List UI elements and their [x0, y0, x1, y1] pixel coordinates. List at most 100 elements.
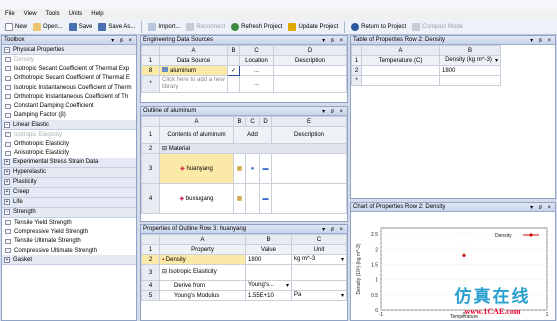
density-cell[interactable]: [439, 75, 501, 86]
category-cell[interactable]: ⊟ Material: [159, 143, 347, 154]
toolbox-item-damping-factor[interactable]: Damping Factor (β): [2, 111, 136, 120]
table-row[interactable]: * Click here to add a new library…: [141, 75, 347, 93]
unit-dropdown[interactable]: Pa ▾: [291, 290, 347, 301]
add-to-project-icon[interactable]: ▦: [233, 153, 246, 184]
panel-controls-icon[interactable]: ▾ ♯ ×: [111, 37, 134, 44]
row-number: *: [351, 75, 362, 86]
update-project-button[interactable]: Update Project: [286, 20, 340, 33]
table-row[interactable]: 5 Young's Modulus 1.55E+10 Pa ▾: [141, 290, 347, 301]
derive-from-dropdown[interactable]: Young's... ▾: [245, 280, 292, 291]
table-row[interactable]: 2 ▪ Density 1800 kg m^-3 ▾: [141, 254, 347, 265]
open-button[interactable]: Open...: [31, 20, 65, 33]
table-row[interactable]: 8 aluminum ✓…: [141, 65, 347, 76]
expand-icon[interactable]: +: [4, 189, 10, 196]
unit-dropdown[interactable]: kg m^-3 ▾: [291, 254, 347, 265]
collapse-icon[interactable]: −: [4, 46, 10, 53]
toolbox-item-orthotropic-secant-coefficient-of-thermal-e[interactable]: Orthotropic Secant Coefficient of Therma…: [2, 74, 136, 83]
toolbox-item-tensile-ultimate-strength[interactable]: Tensile Ultimate Strength: [2, 237, 136, 246]
toolbox-group-experimental-stress-strain-data[interactable]: + Experimental Stress Strain Data: [2, 157, 136, 168]
refresh-project-button[interactable]: Refresh Project: [229, 20, 284, 33]
description-cell[interactable]: [271, 153, 347, 184]
new-button[interactable]: New: [3, 20, 29, 33]
toolbox-item-tensile-yield-strength[interactable]: Tensile Yield Strength: [2, 218, 136, 227]
toolbox-item-anisotropic-elasticity[interactable]: Anisotropic Elasticity: [2, 149, 136, 158]
property-name-cell[interactable]: ▪ Density: [159, 254, 246, 265]
collapse-icon[interactable]: ⊟: [162, 146, 169, 152]
menu-units[interactable]: Units: [69, 11, 83, 17]
toolbox-item-density[interactable]: Density: [2, 55, 136, 64]
toolbox-item-orthotropic-instantaneous-coefficient-of-th[interactable]: Orthotropic Instantaneous Coefficient of…: [2, 92, 136, 101]
toolbox-group-life[interactable]: + Life: [2, 197, 136, 208]
density-cell[interactable]: 1800: [439, 65, 501, 76]
save-as-button[interactable]: Save As...: [96, 20, 137, 33]
location-browse-button[interactable]: …: [239, 75, 274, 93]
add-to-project-icon[interactable]: ▦: [233, 183, 246, 214]
collapse-icon[interactable]: −: [4, 121, 10, 128]
reconnect-button[interactable]: Reconnect: [184, 20, 227, 33]
property-name-cell[interactable]: ⊟ Isotropic Elasticity: [159, 264, 246, 281]
panel-controls-icon[interactable]: ▾ ♯ ×: [322, 226, 345, 233]
import-button[interactable]: Import...: [146, 20, 182, 33]
toolbox-panel: Toolbox ▾ ♯ × − Physical Properties Density…: [1, 35, 137, 321]
chevron-down-icon[interactable]: ▾: [495, 57, 498, 64]
edit-checkbox[interactable]: ✓: [227, 65, 240, 76]
expand-icon[interactable]: +: [4, 179, 10, 186]
collapse-icon[interactable]: −: [4, 209, 10, 216]
toolbox-item-constant-damping-coefficient[interactable]: Constant Damping Coefficient: [2, 101, 136, 110]
table-row[interactable]: 4 ◈ buxiugang ▦ ▬: [141, 183, 347, 214]
return-to-project-button[interactable]: Return to Project: [349, 20, 408, 33]
table-row[interactable]: *: [351, 75, 501, 86]
table-row[interactable]: 3 ⊟ Isotropic Elasticity: [141, 264, 347, 281]
toolbox-item-isotropic-elasticity[interactable]: Isotropic Elasticity: [2, 130, 136, 139]
table-row[interactable]: 3 ◈ huanyang ▦ ● ▬: [141, 153, 347, 184]
material-name-cell[interactable]: ◈ buxiugang: [159, 183, 234, 214]
expand-icon[interactable]: +: [4, 169, 10, 176]
toolbox-item-isotropic-instantaneous-coefficient-of-therm[interactable]: Isotropic Instantaneous Coefficient of T…: [2, 83, 136, 92]
expand-icon[interactable]: +: [4, 256, 10, 263]
property-name-cell[interactable]: Young's Modulus: [159, 290, 246, 301]
table-row[interactable]: 2 1800: [351, 65, 501, 76]
chevron-down-icon: ▾: [285, 283, 289, 289]
compact-mode-button[interactable]: Compact Mode: [410, 20, 465, 33]
toolbox-group-strength[interactable]: − Strength: [2, 207, 136, 218]
data-source-cell[interactable]: aluminum: [159, 65, 228, 76]
toolbox-item-isotropic-secant-coefficient-of-thermal-exp[interactable]: Isotropic Secant Coefficient of Thermal …: [2, 64, 136, 73]
toolbox-group-linear-elastic[interactable]: − Linear Elastic: [2, 120, 136, 131]
toolbox-group-hyperelastic[interactable]: + Hyperelastic: [2, 167, 136, 178]
material-name-cell[interactable]: ◈ huanyang: [159, 153, 234, 184]
property-value-cell[interactable]: 1.55E+10: [245, 290, 292, 301]
menu-tools[interactable]: Tools: [46, 11, 60, 17]
save-button[interactable]: Save: [67, 20, 95, 33]
toolbox-group-plasticity[interactable]: + Plasticity: [2, 177, 136, 188]
toolbox-group-physical-properties[interactable]: − Physical Properties: [2, 45, 136, 55]
source-icon[interactable]: ▬: [259, 183, 272, 214]
description-cell[interactable]: [273, 65, 347, 76]
panel-controls-icon[interactable]: ▾ ♯ ×: [322, 37, 345, 44]
toolbox-item-compressive-ultimate-strength[interactable]: Compressive Ultimate Strength: [2, 246, 136, 255]
temperature-cell[interactable]: [361, 65, 440, 76]
expand-icon[interactable]: +: [4, 159, 10, 166]
property-name-cell[interactable]: Derive from: [159, 280, 246, 291]
toolbox-item-orthotropic-elasticity[interactable]: Orthotropic Elasticity: [2, 139, 136, 148]
description-cell[interactable]: [271, 183, 347, 214]
source-icon[interactable]: ▬: [259, 153, 272, 184]
table-row[interactable]: 2 ⊟ Material: [141, 143, 347, 154]
table-row[interactable]: 4 Derive from Young's... ▾: [141, 280, 347, 291]
toolbox-group-label: Gasket: [13, 256, 33, 263]
menu-view[interactable]: View: [24, 11, 37, 17]
panel-controls-icon[interactable]: ▾ ♯ ×: [322, 108, 345, 115]
location-browse-button[interactable]: …: [239, 65, 274, 76]
expand-icon[interactable]: +: [4, 199, 10, 206]
menu-help[interactable]: Help: [91, 11, 103, 17]
toolbox-item-compressive-yield-strength[interactable]: Compressive Yield Strength: [2, 227, 136, 236]
add-library-cell[interactable]: Click here to add a new library: [159, 75, 228, 93]
toolbox-group-creep[interactable]: + Creep: [2, 187, 136, 198]
property-value-cell[interactable]: 1800: [245, 254, 292, 265]
panel-controls-icon[interactable]: ▾ ♯ ×: [530, 204, 553, 211]
toolbox-group-gasket[interactable]: + Gasket: [2, 255, 136, 266]
collapse-icon[interactable]: ⊟: [162, 269, 169, 275]
temperature-cell[interactable]: [361, 75, 440, 86]
menu-file[interactable]: File: [5, 11, 15, 17]
suppress-icon[interactable]: ●: [245, 153, 260, 184]
panel-controls-icon[interactable]: ▾ ♯ ×: [530, 37, 553, 44]
